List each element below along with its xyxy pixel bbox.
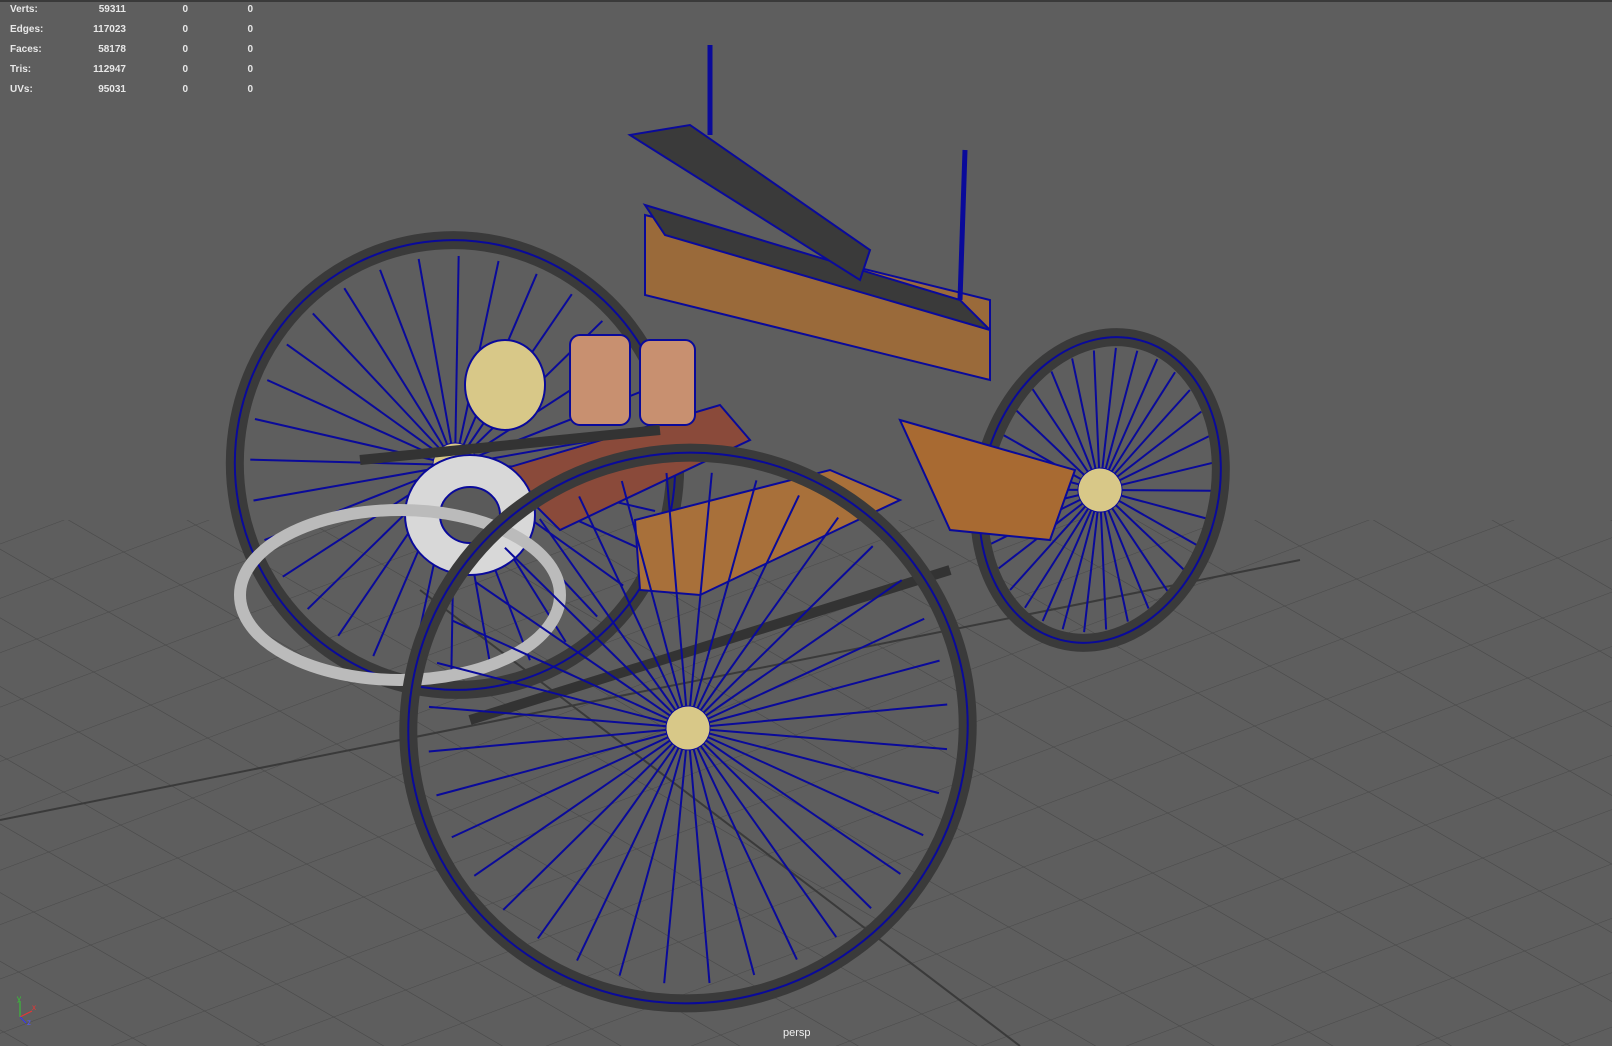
spoke [417, 258, 456, 466]
hud-row: Edges: 117023 0 0 [0, 22, 270, 42]
hud-count: 0 [247, 64, 253, 75]
hud-selected: 0 [182, 84, 188, 95]
hud-total: 59311 [98, 4, 126, 15]
hud-count: 0 [247, 4, 253, 15]
hud-label: Edges: [10, 24, 44, 35]
hud-total: 95031 [98, 84, 126, 95]
hud-row: Tris: 112947 0 0 [0, 62, 270, 82]
fuel-tank [464, 339, 546, 431]
poly-count-hud: Verts: 59311 0 0 Edges: 117023 0 0 Faces: 58178 0 0… [0, 2, 270, 102]
hud-label: Verts: [10, 4, 38, 15]
axis-y-label: y [17, 995, 21, 1003]
lever [957, 149, 968, 301]
camera-name-label: persp [783, 1027, 811, 1039]
scene-canvas[interactable] [0, 0, 1612, 1046]
engine-tank [569, 334, 631, 426]
engine-tank [639, 339, 696, 426]
hud-selected: 0 [182, 44, 188, 55]
hud-selected: 0 [182, 24, 188, 35]
hud-label: UVs: [10, 84, 33, 95]
axis-gizmo-icon: y x z [17, 995, 36, 1025]
hud-row: Faces: 58178 0 0 [0, 42, 270, 62]
hud-total: 117023 [93, 24, 126, 35]
hud-total: 112947 [93, 64, 126, 75]
hud-count: 0 [247, 84, 253, 95]
spoke [379, 269, 456, 466]
hud-count: 0 [247, 44, 253, 55]
viewport-perspective[interactable]: Verts: 59311 0 0 Edges: 117023 0 0 Faces: 58178 0 0… [0, 0, 1612, 1046]
axis-z-label: z [27, 1018, 31, 1025]
axis-x-label: x [32, 1003, 36, 1012]
hud-label: Tris: [10, 64, 32, 75]
hud-row: UVs: 95031 0 0 [0, 82, 270, 102]
hud-row: Verts: 59311 0 0 [0, 2, 270, 22]
hud-count: 0 [247, 24, 253, 35]
hud-total: 58178 [98, 44, 126, 55]
hud-selected: 0 [182, 64, 188, 75]
hud-label: Faces: [10, 44, 42, 55]
hud-selected: 0 [182, 4, 188, 15]
